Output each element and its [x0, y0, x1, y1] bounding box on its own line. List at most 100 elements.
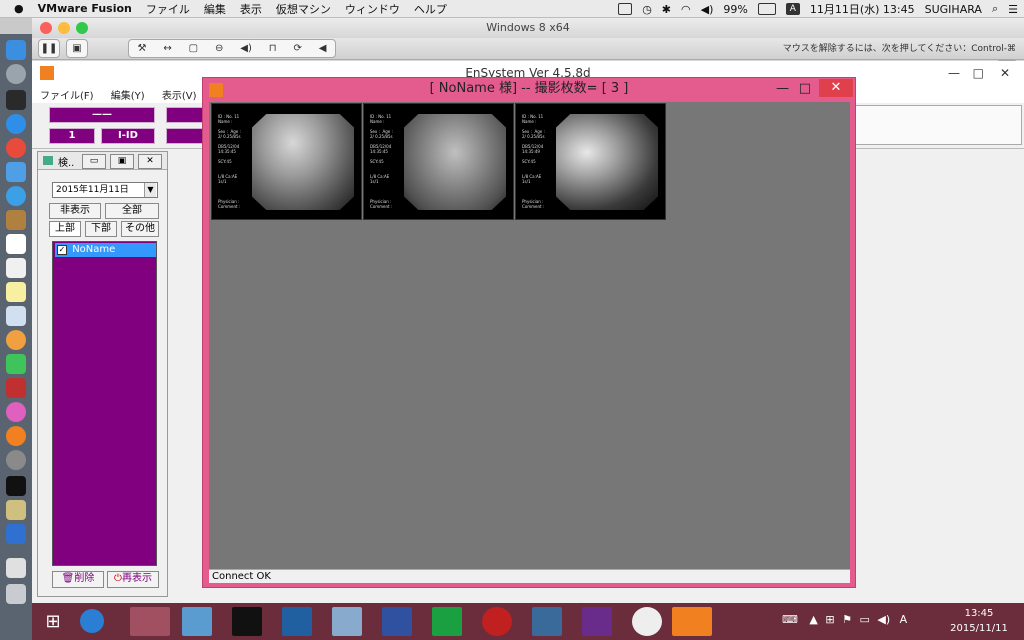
- usb-icon[interactable]: ⊓: [269, 43, 277, 54]
- minimize-button[interactable]: [58, 22, 70, 34]
- stickies-icon[interactable]: [6, 282, 26, 302]
- tray-ime[interactable]: A: [900, 613, 908, 626]
- toolbar-cell-blank[interactable]: [166, 107, 206, 123]
- display-icon[interactable]: ▢: [189, 43, 198, 54]
- viewer-close-icon[interactable]: ✕: [819, 79, 853, 97]
- utility-icon[interactable]: [6, 500, 26, 520]
- battery-icon[interactable]: [757, 3, 776, 15]
- toolbar-cell-number[interactable]: 1: [49, 128, 95, 144]
- spotlight-icon[interactable]: ⌕: [992, 2, 998, 16]
- contacts-icon[interactable]: [6, 210, 26, 230]
- toolbar-cell-iid[interactable]: I-ID: [101, 128, 155, 144]
- app-store-icon[interactable]: [6, 114, 26, 134]
- bluetooth-icon[interactable]: ✱: [662, 3, 671, 16]
- documents-icon[interactable]: [6, 558, 26, 578]
- trash-icon[interactable]: [6, 584, 26, 604]
- tray-flag-icon[interactable]: ⚑: [842, 613, 852, 626]
- menu-window[interactable]: ウィンドウ: [345, 1, 400, 17]
- photos-icon[interactable]: [6, 330, 26, 350]
- app-icon-1[interactable]: [282, 607, 312, 636]
- chevron-left-icon[interactable]: ◀: [319, 43, 327, 54]
- menubar-clock[interactable]: 11月11日(水) 13:45: [810, 1, 915, 17]
- panel-close-button[interactable]: ✕: [138, 154, 162, 169]
- wifi-icon[interactable]: ◠: [681, 3, 691, 16]
- list-item[interactable]: ✓ NoName: [55, 243, 156, 257]
- app-icon-2[interactable]: [482, 607, 512, 636]
- messages-icon[interactable]: [6, 354, 26, 374]
- vmware-fusion-icon[interactable]: [6, 524, 26, 544]
- fusion-title-bar[interactable]: Windows 8 x64: [32, 18, 1024, 38]
- chrome-icon[interactable]: [6, 138, 26, 158]
- patient-list[interactable]: ✓ NoName: [52, 241, 157, 566]
- start-button[interactable]: ⊞: [38, 607, 68, 636]
- store-icon[interactable]: [432, 607, 462, 636]
- toolbar-cell-dash[interactable]: ——: [49, 107, 155, 123]
- image-viewer-titlebar[interactable]: [ NoName 様] -- 撮影枚数= [ 3 ] — □ ✕: [203, 78, 855, 102]
- panel-restore-button[interactable]: ▣: [110, 154, 134, 169]
- menu-view[interactable]: 表示: [240, 1, 262, 17]
- system-preferences-icon[interactable]: [6, 450, 26, 470]
- tray-network-icon[interactable]: ▭: [859, 613, 869, 626]
- itunes-icon[interactable]: [6, 402, 26, 422]
- snapshot-button[interactable]: ▣: [66, 39, 88, 58]
- zoom-button[interactable]: [76, 22, 88, 34]
- tab-lower[interactable]: 下部: [85, 221, 117, 237]
- calendar-icon[interactable]: [6, 234, 26, 254]
- ensystem-taskbar-icon[interactable]: [672, 607, 712, 636]
- network-icon[interactable]: ↔: [163, 43, 171, 54]
- sync-icon[interactable]: ⟳: [294, 43, 302, 54]
- hide-button[interactable]: 非表示: [49, 203, 101, 219]
- checkbox[interactable]: ✓: [57, 245, 67, 255]
- tab-upper[interactable]: 上部: [49, 221, 81, 237]
- cloud-icon[interactable]: [6, 162, 26, 182]
- mission-control-icon[interactable]: [6, 90, 26, 110]
- network-app-icon[interactable]: [382, 607, 412, 636]
- settings-wrench-icon[interactable]: ⚒: [137, 43, 146, 54]
- ibooks-icon[interactable]: [6, 426, 26, 446]
- tray-volume-icon[interactable]: ◀): [877, 613, 890, 626]
- notification-center-icon[interactable]: ☰: [1008, 3, 1018, 16]
- app-icon-3[interactable]: [632, 607, 662, 636]
- menu-file[interactable]: ファイル: [146, 1, 190, 17]
- postgres-icon[interactable]: [532, 607, 562, 636]
- ensystem-close-icon[interactable]: ✕: [1000, 61, 1010, 85]
- tray-up-icon[interactable]: ▲: [809, 613, 817, 626]
- menu-view-v[interactable]: 表示(V): [162, 87, 197, 102]
- remote-desktop-icon[interactable]: [182, 607, 212, 636]
- endoscopy-thumbnail[interactable]: ID : No. 11 Name : Sex : Age : 2/ 0.25/8…: [515, 103, 666, 220]
- endoscopy-thumbnail[interactable]: ID : No. 11 Name : Sex : Age : 2/ 0.25/8…: [363, 103, 514, 220]
- notes-icon[interactable]: [6, 258, 26, 278]
- menu-file-f[interactable]: ファイル(F): [40, 87, 94, 102]
- menu-help[interactable]: ヘルプ: [414, 1, 447, 17]
- lock-icon[interactable]: ⊖: [215, 43, 223, 54]
- safari-icon[interactable]: [6, 186, 26, 206]
- finder-icon[interactable]: [6, 40, 26, 60]
- delete-button[interactable]: 🗑削除: [52, 571, 104, 588]
- menu-edit[interactable]: 編集: [204, 1, 226, 17]
- tray-windows-icon[interactable]: ⊞: [825, 613, 834, 626]
- terminal-icon[interactable]: [6, 476, 26, 496]
- chevron-down-icon[interactable]: ▼: [144, 183, 156, 197]
- volume-icon[interactable]: ◀): [701, 3, 714, 16]
- time-machine-icon[interactable]: ◷: [642, 3, 652, 16]
- pause-button[interactable]: ❚❚: [38, 39, 60, 58]
- endoscopy-thumbnail[interactable]: ID : No. 11 Name : Sex : Age : 2/ 0.25/8…: [211, 103, 362, 220]
- photo-booth-icon[interactable]: [6, 378, 26, 398]
- tray-clock[interactable]: 13:45 2015/11/11: [942, 606, 1016, 636]
- menu-vm[interactable]: 仮想マシン: [276, 1, 331, 17]
- launchpad-icon[interactable]: [6, 64, 26, 84]
- search-panel-titlebar[interactable]: 検.. ▭ ▣ ✕: [38, 152, 167, 170]
- ensystem-maximize-icon[interactable]: □: [973, 61, 984, 85]
- input-mode-icon[interactable]: A: [785, 3, 800, 15]
- keyboard-icon[interactable]: ⌨: [782, 613, 798, 626]
- panel-minimize-button[interactable]: ▭: [82, 154, 106, 169]
- menu-edit-y[interactable]: 編集(Y): [111, 87, 145, 102]
- close-button[interactable]: [40, 22, 52, 34]
- command-prompt-icon[interactable]: [232, 607, 262, 636]
- viewer-maximize-icon[interactable]: □: [799, 78, 811, 100]
- viewer-minimize-icon[interactable]: —: [776, 78, 789, 100]
- visual-studio-icon[interactable]: [582, 607, 612, 636]
- all-button[interactable]: 全部: [105, 203, 159, 219]
- app-menu-vmware-fusion[interactable]: VMware Fusion: [38, 2, 132, 15]
- sound-icon[interactable]: ◀): [240, 43, 252, 54]
